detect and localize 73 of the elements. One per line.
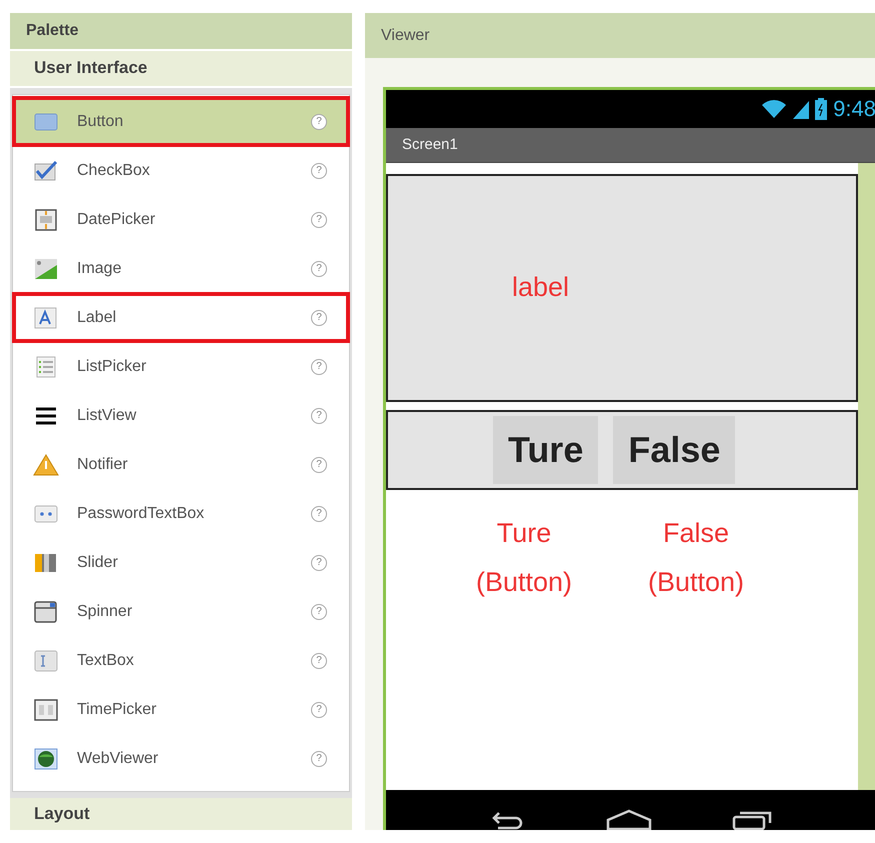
- globe-icon: [34, 748, 58, 770]
- help-icon[interactable]: ?: [311, 652, 327, 669]
- signal-icon: [793, 98, 810, 119]
- palette-item[interactable]: Button ?: [13, 97, 349, 146]
- app-button[interactable]: False: [613, 416, 736, 484]
- app-button[interactable]: Ture: [493, 416, 598, 484]
- item-label: Image: [77, 260, 122, 278]
- palette-item[interactable]: TimePicker ?: [13, 685, 349, 734]
- help-icon[interactable]: ?: [311, 162, 327, 179]
- item-label: Spinner: [77, 602, 134, 621]
- help-icon[interactable]: ?: [311, 702, 327, 718]
- status-time: 9:48: [833, 96, 875, 122]
- button-icon: [34, 112, 58, 132]
- home-icon[interactable]: [606, 808, 652, 830]
- item-label: WebViewer: [77, 750, 160, 768]
- help-icon[interactable]: ?: [311, 310, 327, 326]
- help-icon[interactable]: ?: [311, 604, 327, 620]
- item-label: DatePicker: [77, 210, 156, 229]
- palette-item[interactable]: PasswordTextBox ?: [13, 489, 349, 538]
- help-icon[interactable]: ?: [311, 456, 327, 473]
- textbox-icon: [34, 650, 58, 672]
- annotation-text: label: [512, 272, 570, 304]
- screen-title-bar: Screen1: [386, 128, 875, 163]
- palette-item[interactable]: TextBox ?: [13, 636, 349, 686]
- item-label: Label: [77, 308, 118, 327]
- item-label: CheckBox: [77, 162, 151, 180]
- help-icon[interactable]: ?: [311, 554, 327, 571]
- item-label: ListPicker: [77, 358, 148, 376]
- warning-icon: [33, 454, 59, 476]
- slider-icon: [34, 552, 58, 574]
- palette-item[interactable]: Slider ?: [13, 538, 349, 588]
- palette-item[interactable]: ListPicker ?: [13, 342, 349, 392]
- list-icon: [34, 356, 58, 378]
- item-label: Notifier: [77, 456, 129, 474]
- help-icon[interactable]: ?: [311, 750, 327, 767]
- list-icon: [34, 406, 58, 426]
- help-icon[interactable]: ?: [311, 408, 327, 424]
- item-label: PasswordTextBox: [77, 504, 206, 523]
- section-header[interactable]: Layout: [10, 798, 352, 830]
- item-label: ListView: [77, 406, 138, 425]
- item-label: TimePicker: [77, 700, 158, 719]
- palette-item[interactable]: Label ?: [13, 293, 349, 342]
- item-label: TextBox: [77, 652, 135, 670]
- help-icon[interactable]: ?: [311, 506, 327, 522]
- annotation-text: (Button): [476, 566, 572, 598]
- battery-icon: [815, 98, 828, 120]
- palette-item[interactable]: Spinner ?: [13, 587, 349, 636]
- item-label: Slider: [77, 554, 119, 572]
- spinner-icon: [34, 600, 58, 623]
- palette-item[interactable]: ListView ?: [13, 391, 349, 440]
- checkbox-icon: [34, 160, 58, 181]
- palette-item[interactable]: DatePicker ?: [13, 195, 349, 244]
- panel-header: Palette: [10, 13, 352, 51]
- image-icon: [34, 258, 58, 280]
- palette-item[interactable]: Notifier ?: [13, 440, 349, 490]
- palette-item[interactable]: Image ?: [13, 244, 349, 294]
- panel-header: Viewer: [365, 13, 875, 58]
- help-icon[interactable]: ?: [311, 358, 327, 375]
- palette-item[interactable]: WebViewer ?: [13, 734, 349, 784]
- label-icon: [34, 306, 58, 329]
- item-label: Button: [77, 112, 124, 131]
- annotation-text: Ture: [496, 518, 552, 549]
- password-icon: [34, 504, 58, 523]
- palette-item[interactable]: CheckBox ?: [13, 146, 349, 196]
- annotation-text: (Button): [648, 566, 744, 598]
- help-icon[interactable]: ?: [311, 260, 327, 277]
- calendar-icon: [34, 208, 58, 231]
- section-header[interactable]: User Interface: [10, 50, 352, 88]
- clock-picker-icon: [34, 698, 58, 721]
- wifi-icon: [761, 98, 788, 119]
- annotation-text: False: [662, 518, 730, 549]
- help-icon[interactable]: ?: [311, 212, 327, 228]
- help-icon[interactable]: ?: [311, 114, 327, 130]
